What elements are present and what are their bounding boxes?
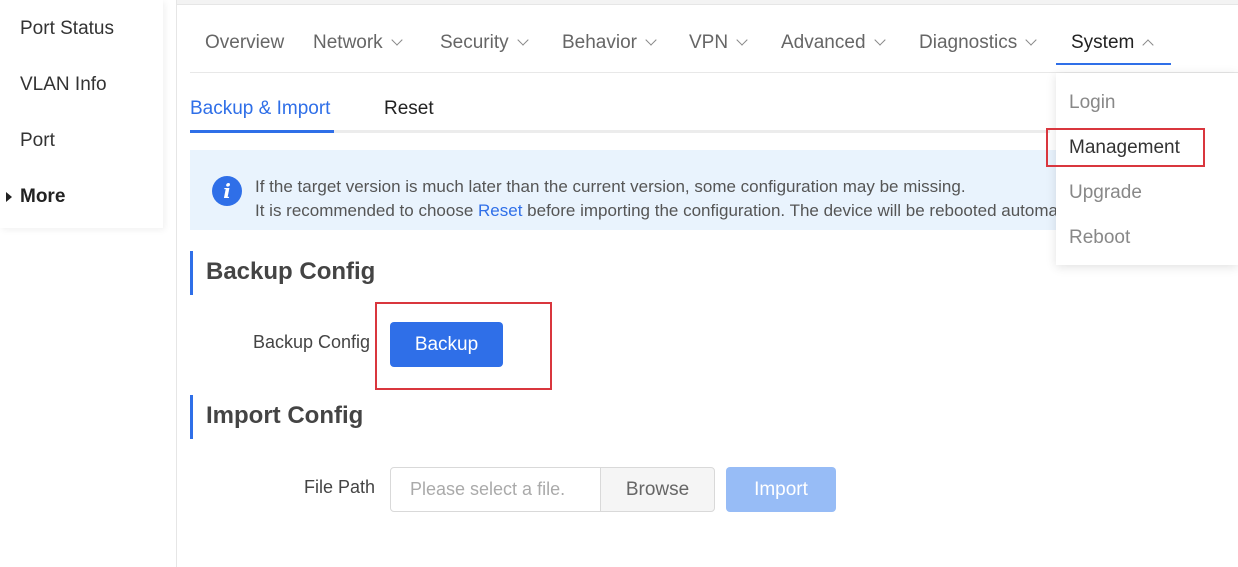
management-highlight-box	[1046, 128, 1205, 167]
nav-vpn[interactable]: VPN	[689, 32, 748, 54]
info-line-2: It is recommended to choose Reset before…	[255, 199, 1058, 223]
nav-system[interactable]: System	[1071, 32, 1155, 54]
tab-active-indicator	[190, 130, 334, 133]
content-top-border	[176, 0, 1238, 5]
nav-advanced[interactable]: Advanced	[781, 32, 886, 54]
nav-overview-label: Overview	[205, 32, 285, 53]
caret-right-icon	[6, 192, 12, 202]
menu-item-reboot[interactable]: Reboot	[1069, 227, 1130, 249]
tab-backup-import[interactable]: Backup & Import	[190, 98, 330, 120]
nav-advanced-label: Advanced	[781, 32, 866, 53]
info-line-1: If the target version is much later than…	[255, 177, 966, 196]
import-section-bar	[190, 395, 193, 439]
sidebar: Port Status VLAN Info Port More	[0, 0, 163, 228]
backup-config-label: Backup Config	[253, 332, 371, 352]
chevron-down-icon	[645, 34, 657, 46]
chevron-down-icon	[1025, 34, 1037, 46]
import-button: Import	[726, 467, 836, 512]
backup-button[interactable]: Backup	[390, 322, 503, 367]
tab-reset[interactable]: Reset	[384, 98, 434, 120]
menu-item-upgrade[interactable]: Upgrade	[1069, 182, 1142, 204]
nav-vpn-label: VPN	[689, 32, 729, 53]
browse-button[interactable]: Browse	[600, 467, 715, 512]
nav-overview[interactable]: Overview	[205, 32, 284, 54]
chevron-down-icon	[736, 34, 748, 46]
nav-diagnostics[interactable]: Diagnostics	[919, 32, 1037, 54]
info-text: If the target version is much later than…	[255, 175, 1058, 223]
nav-behavior[interactable]: Behavior	[562, 32, 657, 54]
nav-active-indicator	[1056, 63, 1171, 65]
backup-section-bar	[190, 251, 193, 295]
info-line-2-prefix: It is recommended to choose	[255, 201, 479, 220]
backup-section-title: Backup Config	[206, 258, 376, 285]
sidebar-item-more-label: More	[20, 186, 66, 207]
content-left-border	[176, 0, 177, 567]
chevron-down-icon	[873, 34, 886, 46]
system-dropdown-menu: Login Management Upgrade Reboot	[1056, 73, 1238, 265]
menu-item-login[interactable]: Login	[1069, 92, 1116, 114]
info-icon: i	[212, 176, 242, 206]
sidebar-item-more[interactable]: More	[6, 186, 65, 208]
import-section-title: Import Config	[206, 402, 364, 429]
nav-system-label: System	[1071, 32, 1135, 53]
chevron-down-icon	[391, 34, 403, 46]
nav-network-label: Network	[313, 32, 383, 53]
file-path-label: File Path	[304, 477, 376, 497]
nav-network[interactable]: Network	[313, 32, 403, 54]
file-path-input[interactable]: Please select a file.	[390, 467, 601, 512]
nav-diagnostics-label: Diagnostics	[919, 32, 1018, 53]
sidebar-item-port[interactable]: Port	[20, 130, 55, 152]
sidebar-item-vlan-info[interactable]: VLAN Info	[20, 74, 107, 96]
reset-link[interactable]: Reset	[478, 201, 522, 220]
info-line-2-suffix: before importing the configuration. The …	[522, 201, 1058, 220]
chevron-up-icon	[1142, 39, 1155, 51]
chevron-down-icon	[516, 34, 529, 46]
nav-security[interactable]: Security	[440, 32, 529, 54]
nav-security-label: Security	[440, 32, 509, 53]
info-banner: i If the target version is much later th…	[190, 150, 1058, 230]
sidebar-item-port-status[interactable]: Port Status	[20, 18, 114, 40]
nav-behavior-label: Behavior	[562, 32, 637, 53]
